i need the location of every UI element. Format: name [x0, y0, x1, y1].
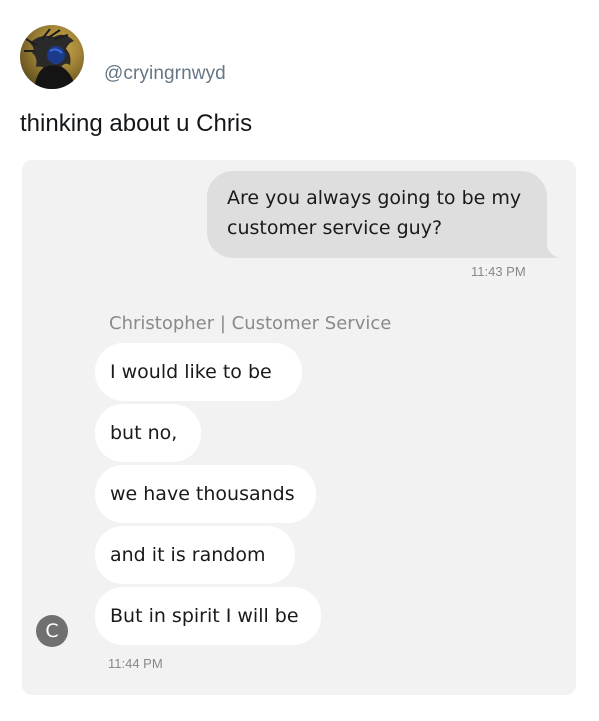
sender-name: Christopher | Customer Service	[109, 313, 392, 334]
received-message-bubble: I would like to be	[95, 343, 302, 401]
bubble-tail-icon	[537, 240, 559, 258]
sent-timestamp: 11:43 PM	[471, 264, 526, 279]
sent-message-bubble: Are you always going to be my customer s…	[207, 171, 547, 258]
tweet-text: thinking about u Chris	[20, 110, 253, 137]
received-message-bubble: we have thousands	[95, 465, 316, 523]
profile-photo-icon	[24, 28, 76, 89]
received-timestamp: 11:44 PM	[108, 656, 163, 671]
user-handle[interactable]: @cryingrnwyd	[104, 63, 226, 85]
chat-screenshot: Are you always going to be my customer s…	[22, 160, 576, 695]
profile-avatar[interactable]	[20, 25, 84, 89]
received-message-bubble: But in spirit I will be	[95, 587, 321, 645]
received-message-bubble: and it is random	[95, 526, 295, 584]
sender-avatar: C	[36, 615, 68, 647]
received-message-bubble: but no,	[95, 404, 201, 462]
